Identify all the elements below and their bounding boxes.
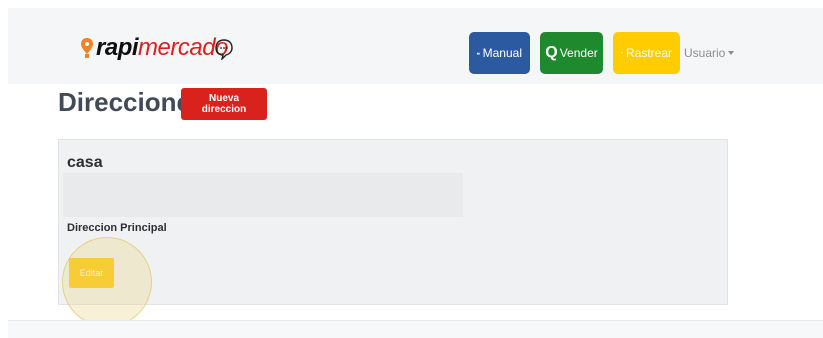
address-card: casa Direccion Principal Editar	[58, 139, 728, 305]
user-menu-toggle[interactable]: Usuario	[684, 46, 735, 60]
q-icon: Q	[545, 44, 558, 61]
location-arrow-icon	[621, 52, 623, 54]
address-type-label: Direccion Principal	[67, 222, 167, 234]
chat-bubble-icon[interactable]	[214, 38, 234, 60]
vender-button[interactable]: Q Vender	[540, 32, 603, 74]
manual-button-label: Manual	[482, 46, 522, 60]
book-icon	[477, 52, 480, 55]
user-menu-label: Usuario	[684, 46, 726, 60]
manual-button[interactable]: Manual	[469, 32, 530, 74]
top-navbar: rapi mercado Manual Q Vender Rastrear Us…	[8, 8, 823, 84]
address-card-title: casa	[67, 154, 103, 171]
rastrear-button-label: Rastrear	[625, 46, 672, 60]
new-address-button[interactable]: Nueva direccion	[181, 88, 267, 120]
rastrear-button[interactable]: Rastrear	[613, 32, 680, 74]
address-value	[63, 173, 463, 217]
footer	[8, 321, 823, 338]
brand-name-bold: rapi	[96, 34, 139, 61]
vender-button-label: Vender	[559, 46, 598, 60]
edit-address-button[interactable]: Editar	[69, 258, 114, 288]
brand-logo[interactable]: rapi mercado	[80, 33, 228, 63]
caret-down-icon	[728, 51, 735, 55]
map-pin-icon	[81, 38, 93, 58]
